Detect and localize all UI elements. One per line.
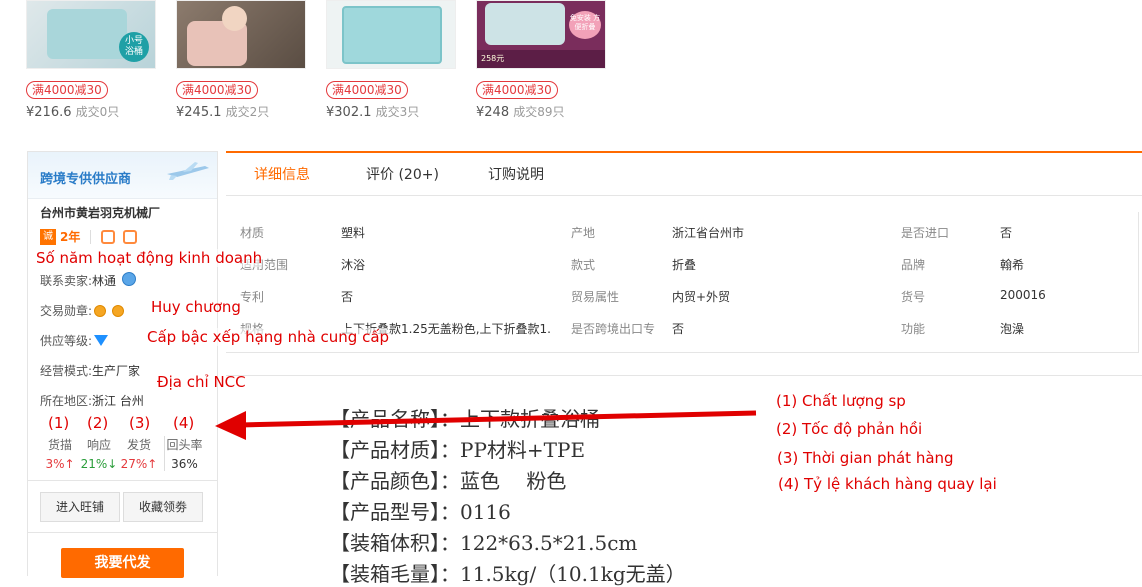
annotation-arrow bbox=[215, 410, 757, 440]
